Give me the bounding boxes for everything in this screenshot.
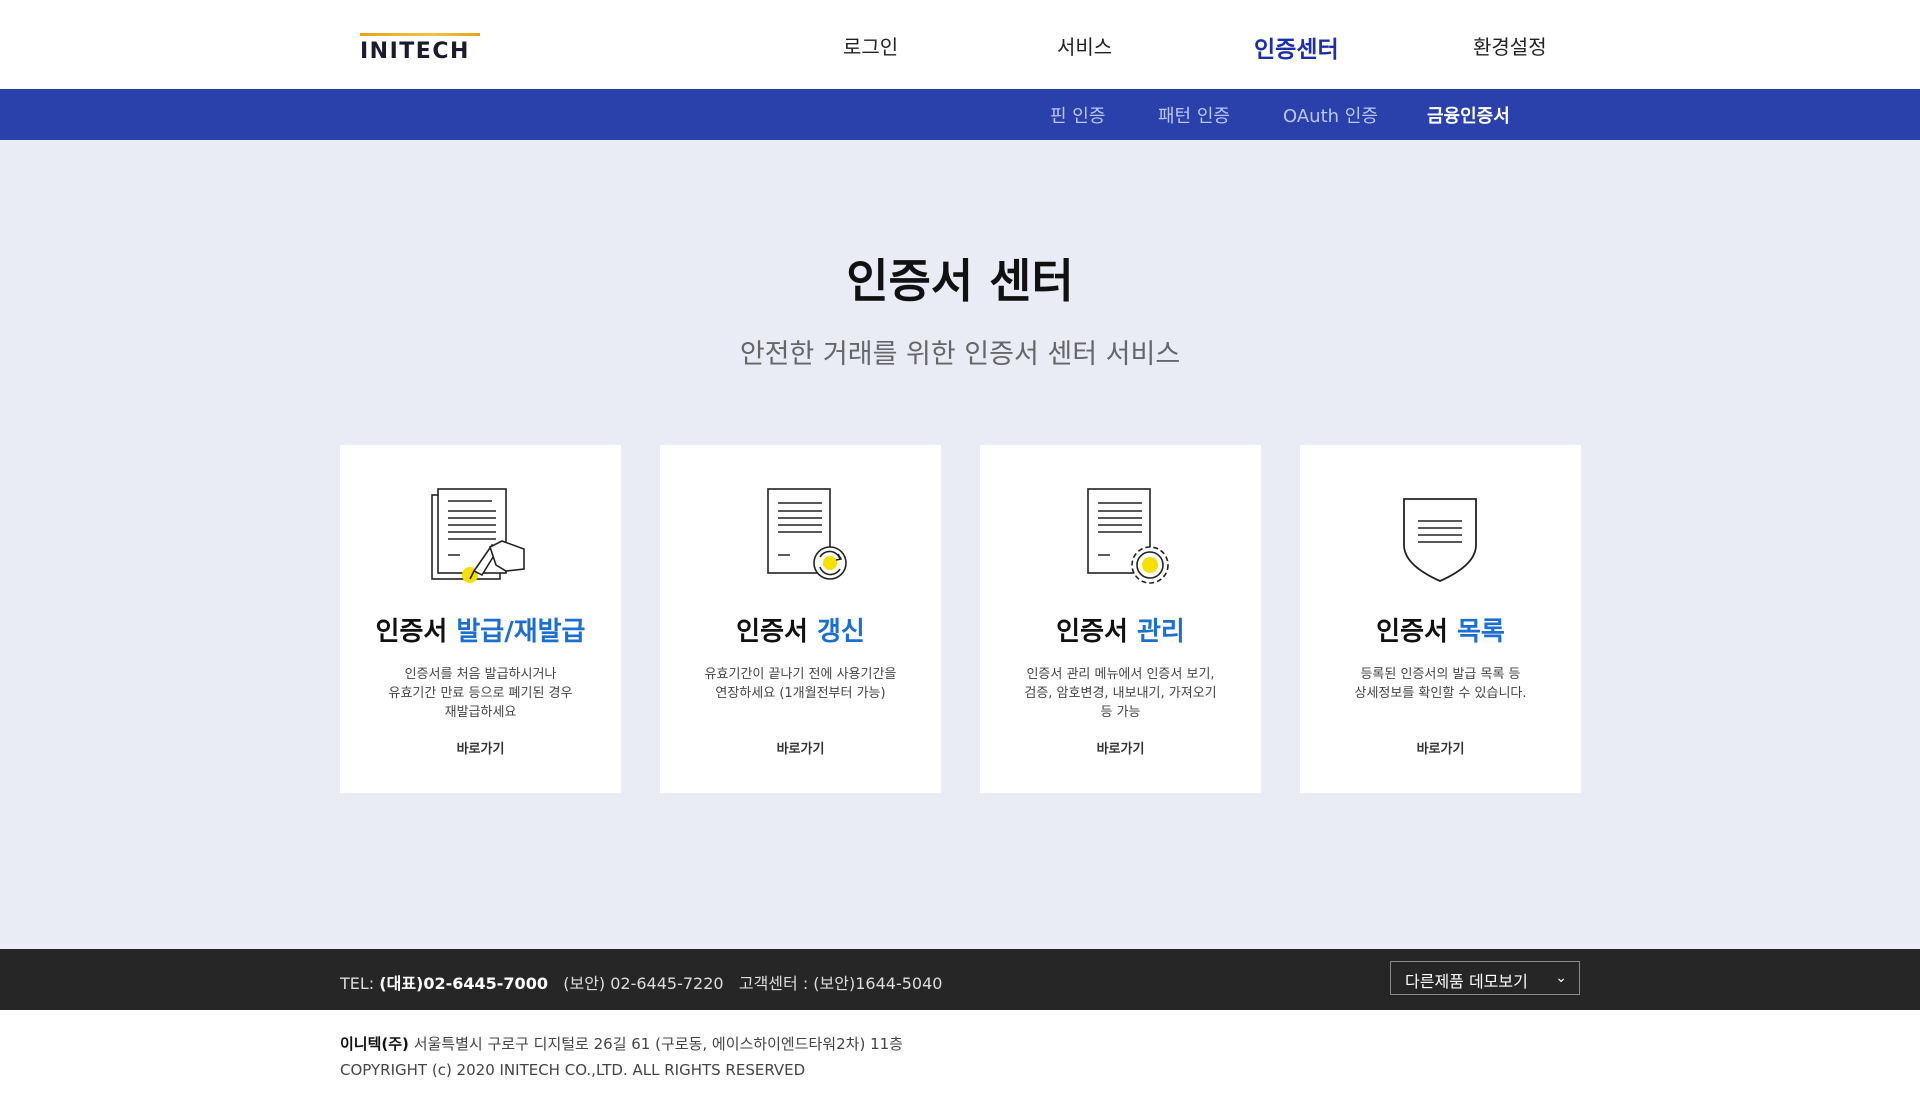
footer-copyright: COPYRIGHT (c) 2020 INITECH CO.,LTD. ALL … (340, 1061, 806, 1079)
footer-contact-bar: TEL: (대표)02-6445-7000 (보안) 02-6445-7220 … (0, 949, 1920, 1010)
nav-settings[interactable]: 환경설정 (1473, 31, 1547, 60)
company-name: 이니텍(주) (340, 1035, 409, 1053)
tel-security: (보안) 02-6445-7220 (563, 974, 724, 993)
card-issue-desc-line: 인증서를 처음 발급하시거나 (404, 667, 557, 682)
shield-list-icon (1390, 485, 1490, 585)
card-issue-title: 인증서 발급/재발급 (340, 611, 621, 648)
card-issue-title-highlight: 발급/재발급 (456, 617, 586, 647)
card-list-desc-line: 상세정보를 확인할 수 있습니다. (1354, 686, 1527, 701)
demo-select-label: 다른제품 데모보기 (1405, 972, 1528, 991)
nav-auth-center[interactable]: 인증센터 (1254, 30, 1339, 64)
card-renew-desc-line: 연장하세요 (1개월전부터 가능) (715, 686, 886, 701)
card-manage-title: 인증서 관리 (980, 611, 1261, 648)
card-renew-desc: 유효기간이 끝나기 전에 사용기간을 연장하세요 (1개월전부터 가능) (680, 665, 921, 703)
initech-logo[interactable]: INITECH (360, 33, 480, 64)
card-list-title: 인증서 목록 (1300, 611, 1581, 648)
card-issue-desc-line: 유효기간 만료 등으로 폐기된 경우 (388, 686, 573, 701)
subnav-pattern-auth[interactable]: 패턴 인증 (1158, 102, 1230, 128)
nav-login[interactable]: 로그인 (843, 31, 898, 60)
document-gear-icon (1070, 485, 1170, 585)
card-renew[interactable]: 인증서 갱신 유효기간이 끝나기 전에 사용기간을 연장하세요 (1개월전부터 … (660, 445, 941, 793)
card-manage-desc-line: 인증서 관리 메뉴에서 인증서 보기, (1026, 667, 1215, 682)
card-list-title-highlight: 목록 (1456, 617, 1505, 647)
chevron-down-icon: ⌄ (1555, 970, 1567, 986)
card-list-desc-line: 등록된 인증서의 발급 목록 등 (1360, 667, 1521, 682)
card-issue-desc-line: 재발급하세요 (444, 705, 517, 720)
card-manage[interactable]: 인증서 관리 인증서 관리 메뉴에서 인증서 보기, 검증, 암호변경, 내보내… (980, 445, 1261, 793)
logo-text: INITECH (360, 39, 470, 64)
footer-contact: TEL: (대표)02-6445-7000 (보안) 02-6445-7220 … (340, 970, 942, 994)
tel-main: (대표)02-6445-7000 (379, 974, 548, 993)
card-list-desc: 등록된 인증서의 발급 목록 등 상세정보를 확인할 수 있습니다. (1320, 665, 1561, 703)
card-manage-title-highlight: 관리 (1136, 617, 1185, 647)
other-products-demo-select[interactable]: 다른제품 데모보기 ⌄ (1390, 961, 1580, 995)
header: INITECH 로그인 서비스 인증센터 환경설정 (0, 0, 1920, 89)
document-pen-icon (430, 485, 530, 585)
subnav-financial-cert[interactable]: 금융인증서 (1427, 102, 1510, 128)
document-refresh-icon (750, 485, 850, 585)
card-renew-link[interactable]: 바로가기 (660, 738, 941, 757)
card-issue-desc: 인증서를 처음 발급하시거나 유효기간 만료 등으로 폐기된 경우 재발급하세요 (360, 665, 601, 722)
card-renew-desc-line: 유효기간이 끝나기 전에 사용기간을 (704, 667, 897, 682)
footer-address: 이니텍(주) 서울특별시 구로구 디지털로 26길 61 (구로동, 에이스하이… (340, 1033, 903, 1054)
card-renew-title-prefix: 인증서 (736, 617, 808, 647)
sub-navigation: 핀 인증 패턴 인증 OAuth 인증 금융인증서 (0, 89, 1920, 140)
tel-customer-center: 고객센터 : (보안)1644-5040 (738, 974, 943, 993)
card-issue[interactable]: 인증서 발급/재발급 인증서를 처음 발급하시거나 유효기간 만료 등으로 폐기… (340, 445, 621, 793)
card-manage-desc-line: 검증, 암호변경, 내보내기, 가져오기 (1024, 686, 1217, 701)
main-content: 인증서 센터 안전한 거래를 위한 인증서 센터 서비스 인증서 발급/재발급 … (0, 140, 1920, 949)
nav-service[interactable]: 서비스 (1057, 31, 1112, 60)
card-manage-title-prefix: 인증서 (1056, 617, 1128, 647)
card-renew-title: 인증서 갱신 (660, 611, 941, 648)
card-manage-desc: 인증서 관리 메뉴에서 인증서 보기, 검증, 암호변경, 내보내기, 가져오기… (1000, 665, 1241, 722)
subnav-pin-auth[interactable]: 핀 인증 (1050, 102, 1105, 128)
card-manage-link[interactable]: 바로가기 (980, 738, 1261, 757)
logo-accent-bar (360, 33, 480, 36)
company-address: 서울특별시 구로구 디지털로 26길 61 (구로동, 에이스하이엔드타워2차)… (413, 1035, 903, 1053)
card-manage-desc-line: 등 가능 (1100, 705, 1141, 720)
card-list-title-prefix: 인증서 (1376, 617, 1448, 647)
card-list[interactable]: 인증서 목록 등록된 인증서의 발급 목록 등 상세정보를 확인할 수 있습니다… (1300, 445, 1581, 793)
card-list-link[interactable]: 바로가기 (1300, 738, 1581, 757)
card-renew-title-highlight: 갱신 (816, 617, 865, 647)
page-title: 인증서 센터 (846, 254, 1074, 308)
card-issue-title-prefix: 인증서 (375, 617, 448, 647)
tel-label: TEL: (340, 974, 375, 993)
page-subtitle: 안전한 거래를 위한 인증서 센터 서비스 (739, 339, 1181, 370)
card-issue-link[interactable]: 바로가기 (340, 738, 621, 757)
subnav-oauth-auth[interactable]: OAuth 인증 (1283, 102, 1378, 128)
